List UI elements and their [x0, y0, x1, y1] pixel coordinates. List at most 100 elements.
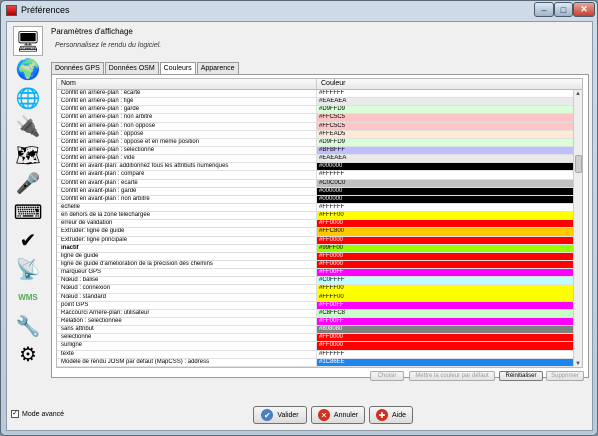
sidebar-item-projection-settings[interactable]: 🗺	[13, 140, 43, 170]
row-color-swatch[interactable]: #FFFF00	[317, 285, 575, 293]
sidebar-item-plugin-settings[interactable]: 🔌	[13, 112, 43, 142]
table-row[interactable]: texte #FFFFFF	[57, 350, 575, 359]
table-row[interactable]: surligné #FF0000	[57, 342, 575, 351]
tab-donn-es-osm[interactable]: Données OSM	[104, 62, 159, 74]
row-color-swatch[interactable]: #EAEAEA	[317, 98, 575, 106]
table-row[interactable]: Nœud : standard #FFFF00	[57, 293, 575, 302]
table-row[interactable]: sélectionné #FF0000	[57, 334, 575, 343]
reset-button[interactable]: Réinitialiser	[499, 371, 543, 381]
row-color-swatch[interactable]: #FFFFFF	[317, 90, 575, 98]
table-row[interactable]: Raccourci Arrière-plan: utilisateur #C8FF…	[57, 309, 575, 318]
sidebar-item-audio-settings[interactable]: 🎤	[13, 169, 43, 199]
tab-donn-es-gps[interactable]: Données GPS	[51, 62, 104, 74]
table-row[interactable]: Conflit en arrière-plan : vide #EAEAEA	[57, 155, 575, 164]
table-row[interactable]: Conflit en arrière-plan : figé #EAEAEA	[57, 98, 575, 107]
row-color-swatch[interactable]: #FF0000	[317, 342, 575, 350]
table-row[interactable]: Conflit en avant-plan : écarté #C0C0C0	[57, 179, 575, 188]
colors-table[interactable]: Nom Couleur Conflit en arrière-plan : éc…	[56, 78, 583, 368]
row-color-swatch[interactable]: #1C86EE	[317, 358, 575, 366]
sidebar-item-remote-control-settings[interactable]: 📡	[13, 254, 43, 284]
delete-button[interactable]: Supprimer	[546, 371, 584, 381]
row-color-swatch[interactable]: #C8FFC8	[317, 309, 575, 317]
sidebar-item-validator-settings[interactable]: ✔	[13, 226, 43, 256]
row-color-swatch[interactable]: #99FF00	[317, 244, 575, 252]
scroll-down-icon[interactable]: ▼	[574, 360, 582, 367]
table-row[interactable]: en dehors de la zone téléchargée #FFFF00	[57, 212, 575, 221]
table-row[interactable]: Relation : sélectionnée #FF00FF	[57, 317, 575, 327]
title-bar[interactable]: Préférences – □ ✕	[1, 1, 597, 21]
row-color-swatch[interactable]: #FF0000	[317, 252, 575, 260]
table-row[interactable]: Conflit en arrière-plan : écarté #FFFFFF	[57, 90, 575, 99]
row-color-swatch[interactable]: #000000	[317, 187, 575, 195]
tab-apparence[interactable]: Apparence	[196, 62, 239, 74]
scroll-thumb[interactable]	[575, 155, 582, 173]
scroll-up-icon[interactable]: ▲	[574, 90, 582, 98]
row-color-swatch[interactable]: #FF0000	[317, 236, 575, 244]
row-color-swatch[interactable]: #C0C0C0	[317, 179, 575, 187]
table-row[interactable]: inactif #99FF00	[57, 244, 575, 253]
sidebar-item-display-settings[interactable]: 🖥	[13, 26, 43, 56]
choose-button[interactable]: Choisir	[370, 371, 404, 381]
row-color-swatch[interactable]: #808080	[317, 326, 575, 334]
maximize-button[interactable]: □	[554, 2, 573, 17]
vertical-scrollbar[interactable]: ▲ ▼	[573, 90, 582, 367]
table-row[interactable]: Conflit en arrière-plan : opposé et en m…	[57, 138, 575, 147]
advanced-mode-toggle[interactable]: ✓ Mode avancé	[11, 410, 64, 418]
row-color-swatch[interactable]: #C0FFFF	[317, 277, 575, 285]
row-color-swatch[interactable]: #FFFFFF	[317, 171, 575, 179]
row-color-swatch[interactable]: #000000	[317, 195, 575, 203]
table-row[interactable]: ligne de guide #FF0000	[57, 252, 575, 261]
sidebar-item-expert-settings[interactable]: ⚙	[13, 340, 43, 370]
close-button[interactable]: ✕	[573, 2, 595, 17]
table-row[interactable]: Conflit en arrière-plan : non opposé #FFC…	[57, 122, 575, 131]
row-color-swatch[interactable]: #FFFFFF	[317, 203, 575, 212]
table-row[interactable]: Conflit en avant-plan : non arbitré #0000…	[57, 195, 575, 204]
row-color-swatch[interactable]: #BFBFFF	[317, 146, 575, 155]
help-button[interactable]: ✚ Aide	[369, 406, 413, 424]
table-row[interactable]: Extruder: ligne de guide #FFC800	[57, 228, 575, 237]
table-row[interactable]: Conflit en avant-plan : comparé #FFFFFF	[57, 171, 575, 180]
table-row[interactable]: marqueur GPS #FF00FF	[57, 269, 575, 278]
row-color-swatch[interactable]: #FFC5C5	[317, 122, 575, 130]
row-color-swatch[interactable]: #FF00FF	[317, 317, 575, 326]
table-row[interactable]: Modèle de rendu JOSM par défaut (MapCSS)…	[57, 358, 575, 367]
table-row[interactable]: Conflit en arrière-plan : opposé #FFEAD5	[57, 130, 575, 139]
table-row[interactable]: Nœud : connexion #FFFF00	[57, 285, 575, 294]
row-color-swatch[interactable]: #D9FFD9	[317, 106, 575, 114]
table-row[interactable]: Nœud : balise #C0FFFF	[57, 277, 575, 286]
row-color-swatch[interactable]: #FF0000	[317, 260, 575, 269]
table-row[interactable]: Conflit en arrière-plan : non arbitré #FF…	[57, 114, 575, 123]
row-color-swatch[interactable]: #FFFF00	[317, 212, 575, 220]
sidebar-item-map-settings[interactable]: 🌍	[13, 55, 43, 85]
ok-button[interactable]: ✔ Valider	[253, 406, 307, 424]
row-color-swatch[interactable]: #FF0000	[317, 366, 575, 367]
sidebar-item-wms-tms-settings[interactable]: WMS	[13, 283, 43, 313]
row-color-swatch[interactable]: #000000	[317, 163, 575, 171]
sidebar-item-shortcut-settings[interactable]: ⌨	[13, 197, 43, 227]
table-row[interactable]: Conflit en avant-plan: additionnez tous …	[57, 163, 575, 172]
advanced-mode-checkbox[interactable]: ✓	[11, 410, 19, 418]
table-row[interactable]: Conflit en arrière-plan : gardé #D9FFD9	[57, 106, 575, 115]
table-row[interactable]: Conflit en arrière-plan : sélectionné #BF…	[57, 146, 575, 156]
column-header-name[interactable]: Nom	[57, 79, 317, 89]
table-row[interactable]: sans attribut #808080	[57, 326, 575, 335]
sidebar-item-advanced-settings[interactable]: 🔧	[13, 311, 43, 341]
row-color-swatch[interactable]: #FF00FF	[317, 269, 575, 277]
row-color-swatch[interactable]: #D9FFD9	[317, 138, 575, 146]
row-color-swatch[interactable]: #FF00FF	[317, 301, 575, 309]
row-color-swatch[interactable]: #FFFFFF	[317, 350, 575, 358]
table-row[interactable]: Conflit en avant-plan : gardé #000000	[57, 187, 575, 196]
table-row[interactable]: Modèle de rendu JOSM par défaut (MapCSS)…	[57, 366, 575, 367]
row-color-swatch[interactable]: #EAEAEA	[317, 155, 575, 163]
table-row[interactable]: échelle #FFFFFF	[57, 203, 575, 213]
table-row[interactable]: Extruder: ligne principale #FF0000	[57, 236, 575, 245]
table-row[interactable]: erreur de validation #FF0000	[57, 220, 575, 229]
row-color-swatch[interactable]: #FFC800	[317, 228, 575, 236]
row-color-swatch[interactable]: #FF0000	[317, 220, 575, 228]
row-color-swatch[interactable]: #FFEAD5	[317, 130, 575, 138]
cancel-button[interactable]: ✕ Annuler	[311, 406, 365, 424]
row-color-swatch[interactable]: #FFC5C5	[317, 114, 575, 122]
column-header-color[interactable]: Couleur	[317, 79, 582, 89]
minimize-button[interactable]: –	[534, 2, 554, 17]
default-color-button[interactable]: Mettre la couleur par défaut	[409, 371, 495, 381]
